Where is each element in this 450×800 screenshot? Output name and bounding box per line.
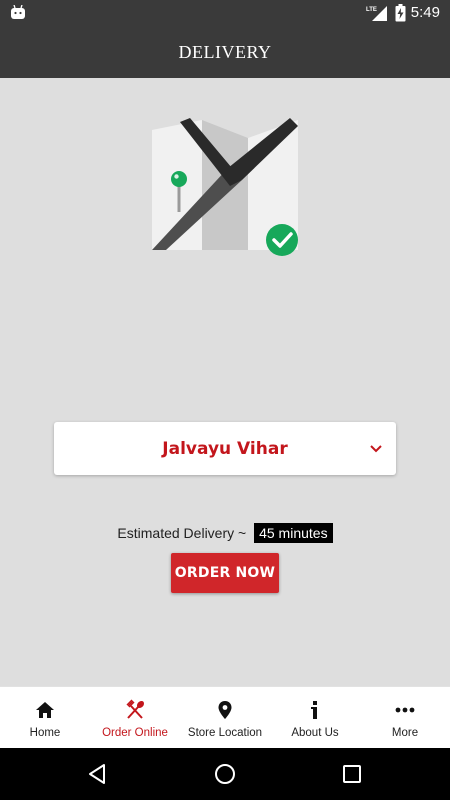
network-label: LTE xyxy=(366,7,377,13)
location-dropdown[interactable]: Jalvayu Vihar xyxy=(54,422,396,475)
estimated-delivery: Estimated Delivery ~ 45 minutes xyxy=(0,523,450,543)
nav-label-order-online: Order Online xyxy=(102,727,168,739)
home-icon xyxy=(36,702,54,718)
location-pin-icon xyxy=(218,701,232,719)
nav-label-store-location: Store Location xyxy=(187,727,263,739)
bottom-nav: Home Order Online Store Location About U… xyxy=(0,686,450,748)
recents-icon[interactable] xyxy=(340,762,364,786)
map-pin-check-icon xyxy=(152,118,298,256)
nav-item-home[interactable]: Home xyxy=(0,687,90,748)
system-nav-bar xyxy=(0,748,450,800)
battery-charging-icon xyxy=(395,4,406,22)
fork-spoon-icon xyxy=(126,699,145,719)
android-icon xyxy=(11,5,25,19)
app-bar: DELIVERY xyxy=(0,26,450,78)
nav-item-more[interactable]: More xyxy=(360,687,450,748)
chevron-down-icon xyxy=(370,445,382,453)
estimate-label: Estimated Delivery ~ xyxy=(117,525,247,541)
lte-signal-icon: LTE xyxy=(366,6,387,21)
nav-label-home: Home xyxy=(29,727,61,739)
location-value: Jalvayu Vihar xyxy=(162,439,288,459)
page-title: DELIVERY xyxy=(178,42,272,62)
nav-item-about-us[interactable]: About Us xyxy=(270,687,360,748)
home-circle-icon[interactable] xyxy=(213,762,237,786)
status-time: 5:49 xyxy=(410,4,440,21)
nav-label-more: More xyxy=(391,727,419,739)
nav-label-about-us: About Us xyxy=(291,727,339,739)
nav-item-order-online[interactable]: Order Online xyxy=(90,687,180,748)
status-bar: LTE 5:49 xyxy=(0,0,450,26)
back-icon[interactable] xyxy=(86,762,110,786)
nav-item-store-location[interactable]: Store Location xyxy=(180,687,270,748)
estimate-time-badge: 45 minutes xyxy=(254,523,333,543)
order-now-button[interactable]: ORDER NOW xyxy=(171,553,279,593)
info-icon xyxy=(311,701,317,719)
more-dots-icon xyxy=(395,707,415,713)
